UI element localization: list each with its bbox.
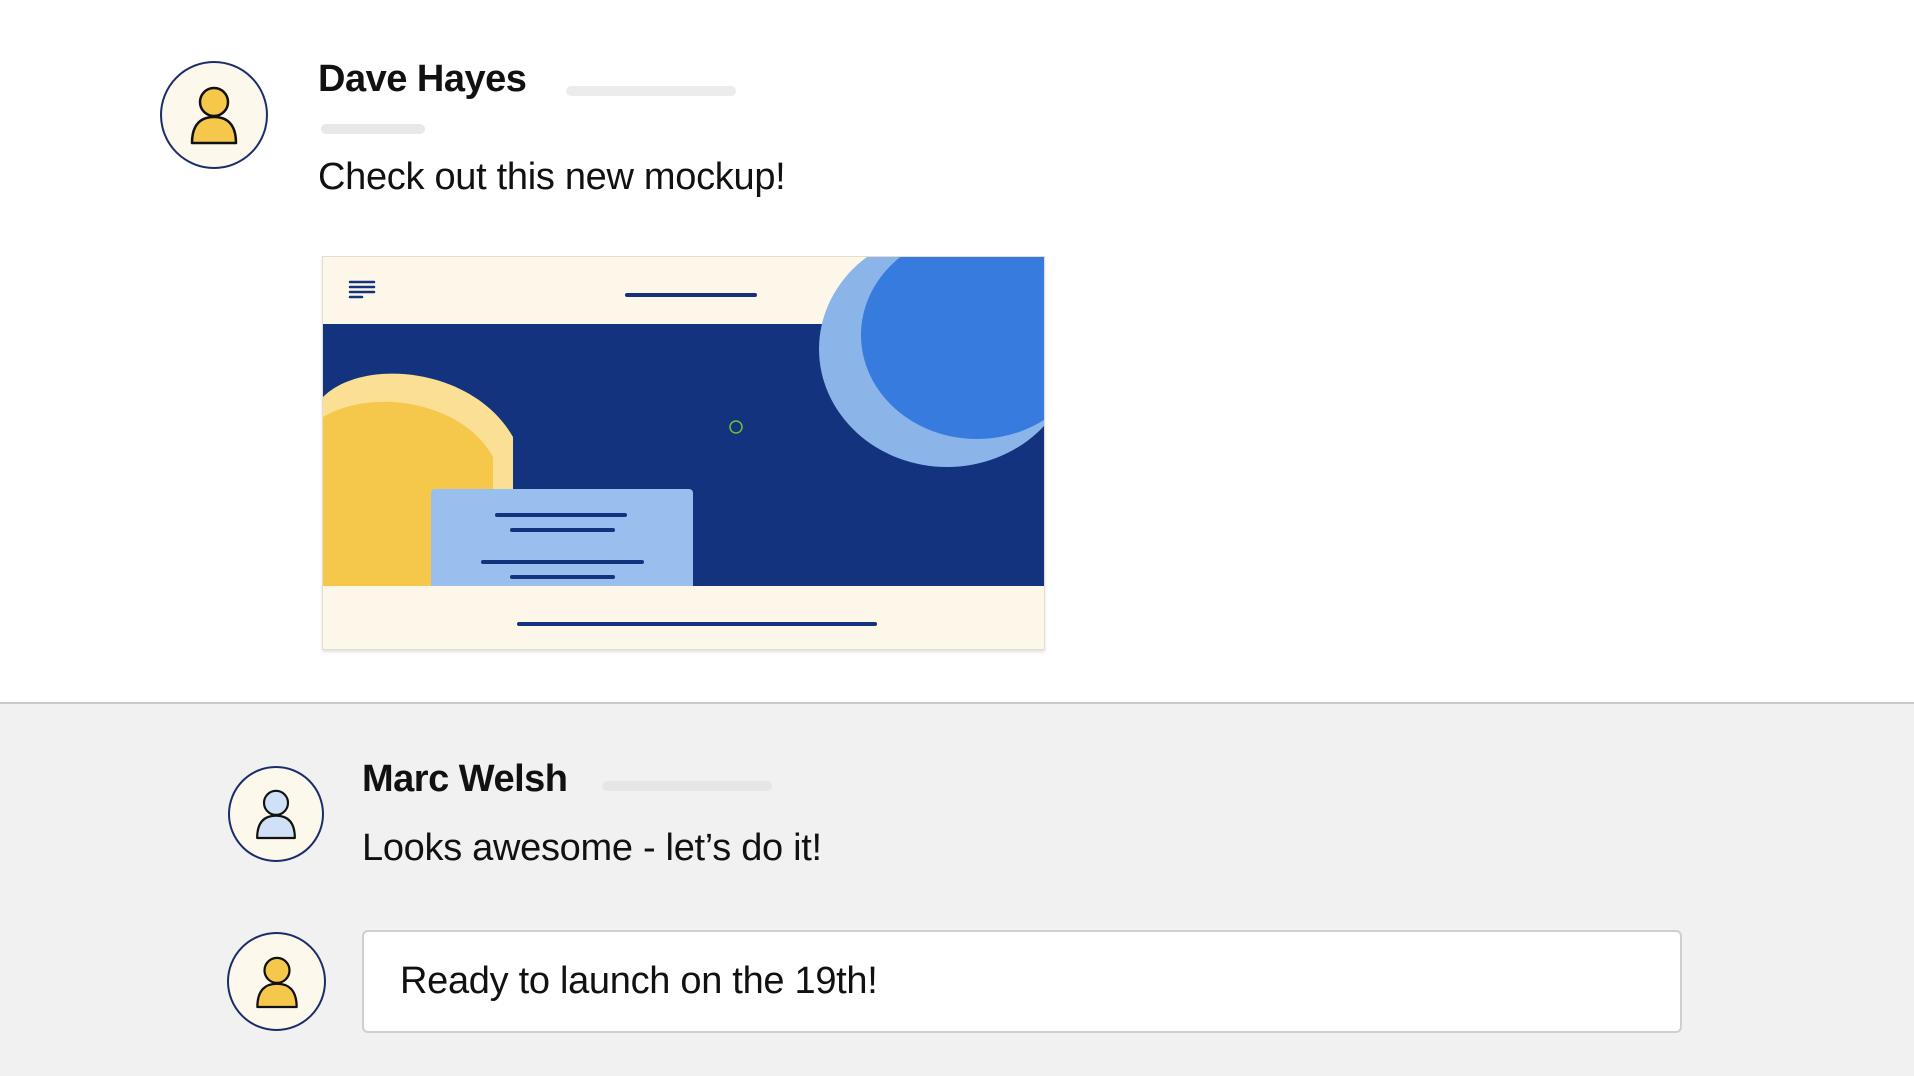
- message-text: Looks awesome - let’s do it!: [362, 827, 822, 869]
- person-icon: [256, 789, 296, 840]
- message-text: Check out this new mockup!: [318, 156, 786, 198]
- chat-thread: Dave Hayes Check out this new mockup! Ma…: [0, 0, 1914, 1076]
- author-name[interactable]: Dave Hayes: [318, 58, 527, 101]
- hero-card: [431, 489, 693, 599]
- author-name[interactable]: Marc Welsh: [362, 758, 568, 801]
- mockup-illustration: [323, 257, 1044, 649]
- person-icon: [255, 956, 298, 1008]
- subtitle-placeholder: [321, 124, 425, 134]
- composer-text: Ready to launch on the 19th!: [400, 960, 878, 1002]
- mockup-footer: [323, 586, 1044, 649]
- mockup-attachment[interactable]: [322, 256, 1045, 650]
- avatar-marc[interactable]: [228, 766, 324, 862]
- message-composer-input[interactable]: Ready to launch on the 19th!: [362, 930, 1682, 1033]
- avatar-dave[interactable]: [160, 61, 268, 169]
- person-icon: [190, 86, 238, 145]
- timestamp-placeholder: [566, 86, 736, 96]
- timestamp-placeholder: [602, 781, 772, 791]
- avatar-current-user[interactable]: [227, 932, 326, 1031]
